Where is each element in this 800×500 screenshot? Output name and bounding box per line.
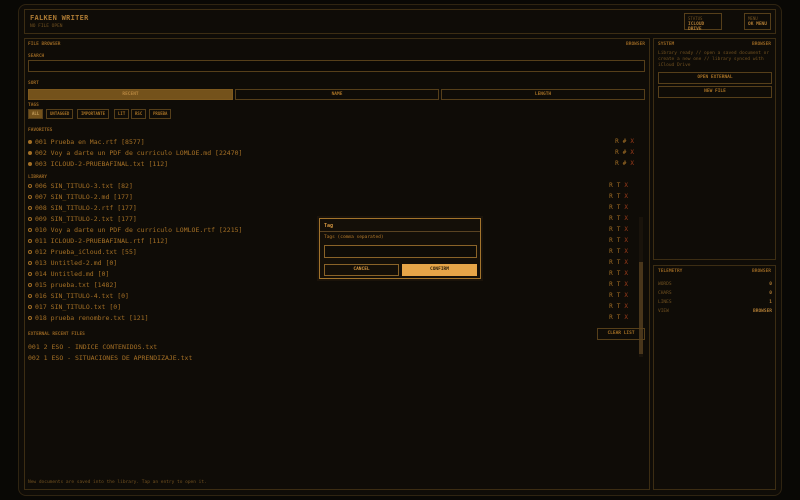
dialog-title: Tag [324, 223, 334, 229]
tags-input[interactable] [324, 245, 477, 258]
tag-dialog: Tag Tags (comma separated) CANCEL CONFIR… [319, 218, 481, 279]
cancel-button[interactable]: CANCEL [324, 264, 399, 276]
dialog-divider [320, 231, 480, 232]
dialog-label: Tags (comma separated) [324, 235, 384, 240]
confirm-button[interactable]: CONFIRM [402, 264, 477, 276]
